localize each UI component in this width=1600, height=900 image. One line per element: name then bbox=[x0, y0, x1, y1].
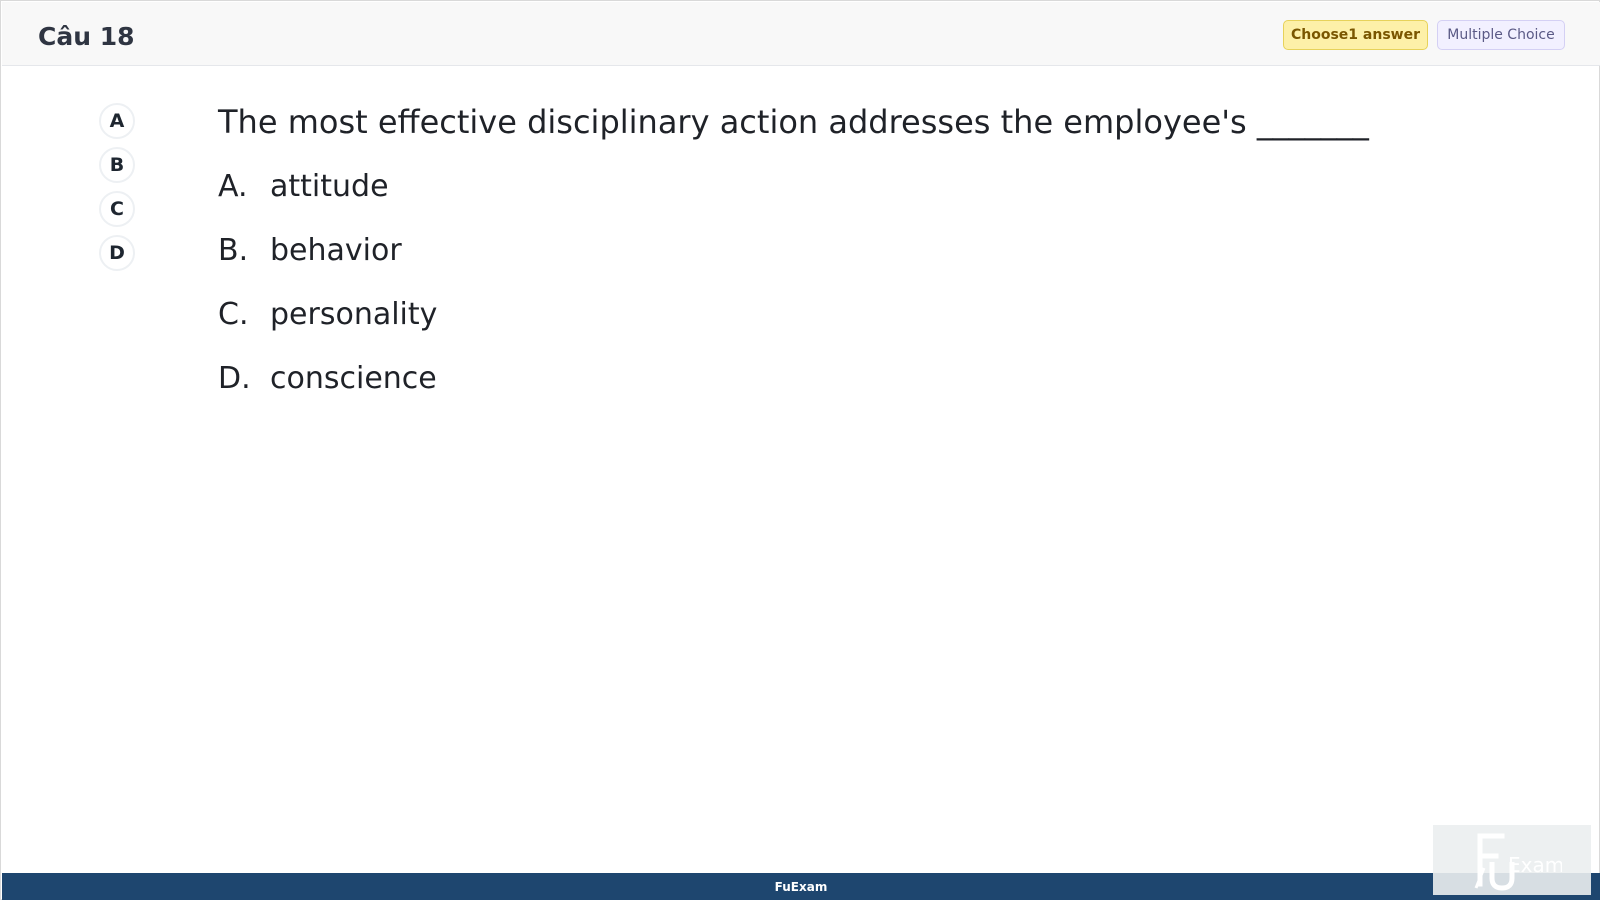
answer-option-d[interactable]: D. conscience bbox=[218, 361, 437, 425]
answer-option-a[interactable]: A. attitude bbox=[218, 169, 437, 233]
fuexam-logo: Exam bbox=[1433, 825, 1591, 895]
logo-exam-text: Exam bbox=[1508, 853, 1562, 877]
answer-letter: A. bbox=[218, 169, 248, 204]
question-text: The most effective disciplinary action a… bbox=[218, 103, 1369, 141]
select-option-a[interactable]: A bbox=[99, 103, 135, 139]
answer-letter: D. bbox=[218, 361, 251, 396]
answer-letter: C. bbox=[218, 297, 249, 332]
question-number: Câu 18 bbox=[38, 22, 135, 51]
choose-answer-badge: Choose1 answer bbox=[1283, 20, 1428, 50]
select-option-c[interactable]: C bbox=[99, 191, 135, 227]
exam-window: Câu 18 Choose1 answer Multiple Choice A … bbox=[0, 0, 1600, 900]
question-header: Câu 18 Choose1 answer Multiple Choice bbox=[2, 2, 1600, 66]
answer-text: personality bbox=[270, 297, 438, 332]
question-type-badge: Multiple Choice bbox=[1437, 20, 1565, 50]
answer-option-c[interactable]: C. personality bbox=[218, 297, 437, 361]
answer-list: A. attitude B. behavior C. personality D… bbox=[218, 169, 437, 425]
answer-text: conscience bbox=[270, 361, 437, 396]
select-option-d[interactable]: D bbox=[99, 235, 135, 271]
answer-option-b[interactable]: B. behavior bbox=[218, 233, 437, 297]
answer-selector: A B C D bbox=[99, 103, 135, 279]
fuexam-logo-icon: Exam bbox=[1474, 833, 1562, 891]
answer-letter: B. bbox=[218, 233, 249, 268]
select-option-b[interactable]: B bbox=[99, 147, 135, 183]
footer-bar: FuExam bbox=[2, 873, 1600, 900]
answer-text: attitude bbox=[270, 169, 389, 204]
footer-brand: FuExam bbox=[774, 879, 828, 894]
answer-text: behavior bbox=[270, 233, 402, 268]
